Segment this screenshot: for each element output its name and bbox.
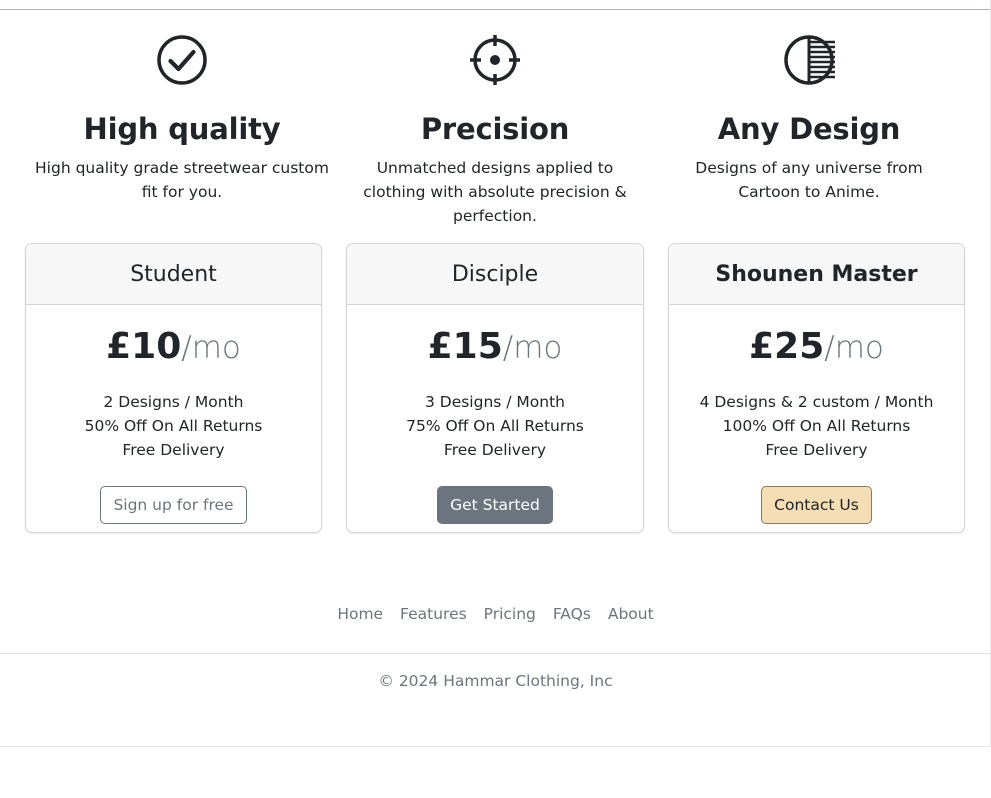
plan-name: Shounen Master	[669, 244, 964, 305]
price-amount: £15	[427, 326, 503, 367]
plan-features: 4 Designs & 2 custom / Month 100% Off On…	[669, 390, 964, 462]
plan-feature-item: 50% Off On All Returns	[84, 417, 263, 435]
get-started-button[interactable]: Get Started	[437, 486, 553, 524]
top-divider	[0, 9, 991, 10]
pricing-card-student: Student £10/mo 2 Designs / Month 50% Off…	[25, 243, 322, 533]
price-amount: £10	[106, 326, 182, 367]
feature-description: High quality grade streetwear custom fit…	[35, 159, 329, 201]
pricing-card-shounen-master: Shounen Master £25/mo 4 Designs & 2 cust…	[668, 243, 965, 533]
plan-name: Student	[26, 244, 321, 305]
bottom-divider	[0, 746, 991, 747]
price-period: /mo	[181, 330, 241, 366]
plan-price: £15/mo	[347, 325, 643, 370]
sign-up-button[interactable]: Sign up for free	[100, 486, 247, 524]
feature-description: Unmatched designs applied to clothing wi…	[363, 159, 627, 225]
feature-high-quality: High quality High quality grade streetwe…	[32, 34, 332, 204]
footer-link-about[interactable]: About	[608, 605, 654, 623]
half-striped-circle-icon	[784, 35, 835, 85]
footer-link-home[interactable]: Home	[337, 605, 383, 623]
footer-link-faqs[interactable]: FAQs	[553, 605, 591, 623]
check-circle-icon	[157, 35, 207, 85]
price-period: /mo	[824, 330, 884, 366]
plan-features: 2 Designs / Month 50% Off On All Returns…	[26, 390, 321, 462]
pricing-card-disciple: Disciple £15/mo 3 Designs / Month 75% Of…	[346, 243, 644, 533]
plan-feature-item: 100% Off On All Returns	[722, 417, 911, 435]
plan-feature-item: Free Delivery	[122, 441, 225, 459]
plan-feature-item: 2 Designs / Month	[103, 393, 244, 411]
plan-feature-item: 75% Off On All Returns	[406, 417, 584, 435]
plan-feature-item: 4 Designs & 2 custom / Month	[699, 393, 934, 411]
plan-price: £10/mo	[26, 325, 321, 370]
feature-description: Designs of any universe from Cartoon to …	[695, 159, 923, 201]
plan-feature-item: Free Delivery	[765, 441, 868, 459]
price-period: /mo	[502, 330, 563, 366]
copyright-text: © 2024 Hammar Clothing, Inc	[378, 672, 613, 690]
footer-link-features[interactable]: Features	[400, 605, 467, 623]
contact-us-button[interactable]: Contact Us	[761, 486, 872, 524]
crosshair-icon	[470, 35, 520, 85]
feature-title: High quality	[83, 112, 281, 146]
footer-nav: Home Features Pricing FAQs About	[0, 605, 991, 623]
plan-feature-item: 3 Designs / Month	[424, 393, 566, 411]
footer-divider	[0, 653, 991, 654]
feature-title: Precision	[420, 112, 570, 146]
plan-features: 3 Designs / Month 75% Off On All Returns…	[347, 390, 643, 462]
plan-price: £25/mo	[669, 325, 964, 370]
footer-link-pricing[interactable]: Pricing	[484, 605, 536, 623]
plan-name: Disciple	[347, 244, 643, 305]
plan-feature-item: Free Delivery	[443, 441, 547, 459]
price-amount: £25	[749, 326, 825, 367]
feature-precision: Precision Unmatched designs applied to c…	[350, 34, 640, 228]
feature-title: Any Design	[717, 112, 901, 146]
feature-any-design: Any Design Designs of any universe from …	[663, 34, 955, 204]
